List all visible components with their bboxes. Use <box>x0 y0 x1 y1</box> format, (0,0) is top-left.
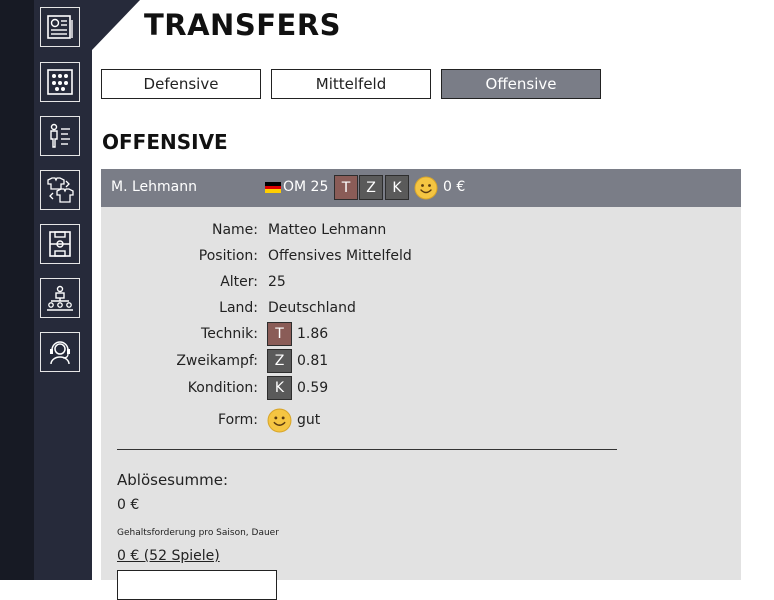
germany-flag-icon <box>265 182 281 193</box>
sidebar-item-pitch[interactable] <box>40 224 80 264</box>
pitch-icon <box>49 231 71 257</box>
player-details-panel: Name: Matteo Lehmann Position: Offensive… <box>101 207 741 600</box>
tactics-board-icon <box>50 123 70 148</box>
salary-link[interactable]: 0 € (52 Spiele) <box>117 548 220 564</box>
main-edge <box>88 0 92 580</box>
tab-offensive[interactable]: Offensive <box>441 69 601 99</box>
zweikampf-value: 0.81 <box>297 353 329 369</box>
left-strip <box>0 0 34 580</box>
team-grid-icon <box>47 69 73 95</box>
attr-technik-badge: T <box>334 175 358 200</box>
sidebar-item-news[interactable] <box>40 7 80 47</box>
smiley-icon <box>414 176 438 200</box>
kondition-label: Kondition: <box>187 380 258 396</box>
form-smiley-icon <box>267 408 292 433</box>
sidebar-item-organization[interactable] <box>40 278 80 318</box>
country-label: Land: <box>219 300 258 316</box>
sidebar-item-transfers[interactable] <box>40 170 80 210</box>
position-label: Position: <box>198 248 258 264</box>
country-value: Deutschland <box>268 300 356 316</box>
zweikampf-badge: Z <box>267 349 292 373</box>
player-position-age: OM 25 <box>283 179 329 195</box>
form-label: Form: <box>218 412 258 428</box>
position-value: Offensives Mittelfeld <box>268 248 412 264</box>
form-value: gut <box>297 412 321 428</box>
technik-value: 1.86 <box>297 326 329 342</box>
sidebar-item-tactics[interactable] <box>40 116 80 156</box>
kondition-value: 0.59 <box>297 380 329 396</box>
kondition-badge: K <box>267 376 292 400</box>
sidebar-item-support[interactable] <box>40 332 80 372</box>
newspaper-icon <box>47 15 73 39</box>
technik-label: Technik: <box>201 326 258 342</box>
sidebar <box>34 0 88 580</box>
attr-kondition-badge: K <box>385 175 409 200</box>
name-value: Matteo Lehmann <box>268 222 387 238</box>
jersey-swap-icon <box>47 177 74 203</box>
player-name: M. Lehmann <box>111 179 197 195</box>
divider <box>117 449 617 450</box>
player-value: 0 € <box>443 179 466 195</box>
section-title: OFFENSIVE <box>102 130 228 154</box>
player-row[interactable]: M. Lehmann OM 25 T Z K 0 € <box>101 169 741 207</box>
fee-value: 0 € <box>117 497 140 513</box>
sidebar-item-team[interactable] <box>40 62 80 102</box>
tab-mittelfeld[interactable]: Mittelfeld <box>271 69 431 99</box>
org-chart-icon <box>47 285 73 311</box>
header-corner <box>92 0 140 50</box>
name-label: Name: <box>211 222 258 238</box>
age-label: Alter: <box>220 274 258 290</box>
age-value: 25 <box>268 274 286 290</box>
zweikampf-label: Zweikampf: <box>176 353 258 369</box>
tab-defensive[interactable]: Defensive <box>101 69 261 99</box>
technik-badge: T <box>267 322 292 346</box>
fee-label: Ablösesumme: <box>117 471 228 489</box>
support-agent-icon <box>50 341 70 365</box>
page-title: TRANSFERS <box>144 8 342 42</box>
salary-note: Gehaltsforderung pro Saison, Dauer <box>117 528 279 538</box>
transfer-action-button[interactable] <box>117 570 277 600</box>
attr-zweikampf-badge: Z <box>359 175 383 200</box>
